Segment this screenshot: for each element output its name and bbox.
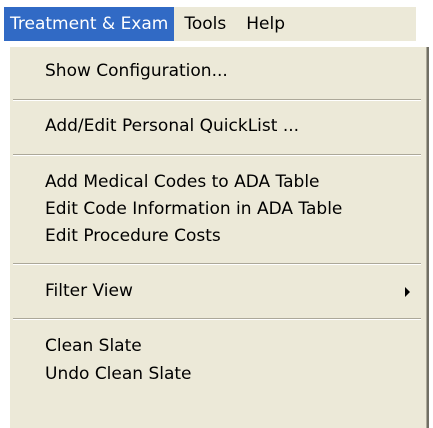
menu-item-show-configuration-label: Show Configuration... xyxy=(45,61,228,81)
menu-item-edit-code-information-label: Edit Code Information in ADA Table xyxy=(45,199,343,219)
menu-tools-label: Tools xyxy=(184,14,227,34)
menu-item-filter-view-label: Filter View xyxy=(45,281,133,301)
menu-item-add-medical-codes-label: Add Medical Codes to ADA Table xyxy=(45,172,320,192)
menu-item-undo-clean-slate[interactable]: Undo Clean Slate xyxy=(45,361,192,387)
treatment-exam-dropdown: Show Configuration... Add/Edit Personal … xyxy=(9,47,429,428)
menu-tools[interactable]: Tools xyxy=(174,7,236,41)
menu-item-edit-procedure-costs[interactable]: Edit Procedure Costs xyxy=(45,223,221,249)
menu-item-add-edit-quicklist[interactable]: Add/Edit Personal QuickList ... xyxy=(45,113,299,139)
menu-treatment-exam[interactable]: Treatment & Exam xyxy=(4,7,175,41)
menu-bar: Treatment & Exam Tools Help xyxy=(4,7,416,41)
window-frame: Treatment & Exam Tools Help Show Configu… xyxy=(0,0,433,428)
menu-help-label: Help xyxy=(246,14,286,34)
menu-treatment-exam-label: Treatment & Exam xyxy=(10,14,169,34)
menu-item-edit-code-information[interactable]: Edit Code Information in ADA Table xyxy=(45,196,342,222)
menu-separator-4 xyxy=(13,318,421,320)
menu-item-edit-procedure-costs-label: Edit Procedure Costs xyxy=(45,226,221,246)
menu-item-show-configuration[interactable]: Show Configuration... xyxy=(45,58,228,84)
menu-item-clean-slate[interactable]: Clean Slate xyxy=(45,333,142,359)
menu-separator-3 xyxy=(13,263,421,265)
menu-help[interactable]: Help xyxy=(236,7,295,41)
menu-item-clean-slate-label: Clean Slate xyxy=(45,336,142,356)
menu-item-add-medical-codes[interactable]: Add Medical Codes to ADA Table xyxy=(45,169,320,195)
menu-separator-2 xyxy=(13,154,421,156)
menu-item-add-edit-quicklist-label: Add/Edit Personal QuickList ... xyxy=(45,116,300,136)
menu-separator-1 xyxy=(13,99,421,101)
menu-item-undo-clean-slate-label: Undo Clean Slate xyxy=(45,364,192,384)
submenu-arrow-icon xyxy=(405,287,410,297)
menu-item-filter-view[interactable]: Filter View xyxy=(10,278,420,304)
